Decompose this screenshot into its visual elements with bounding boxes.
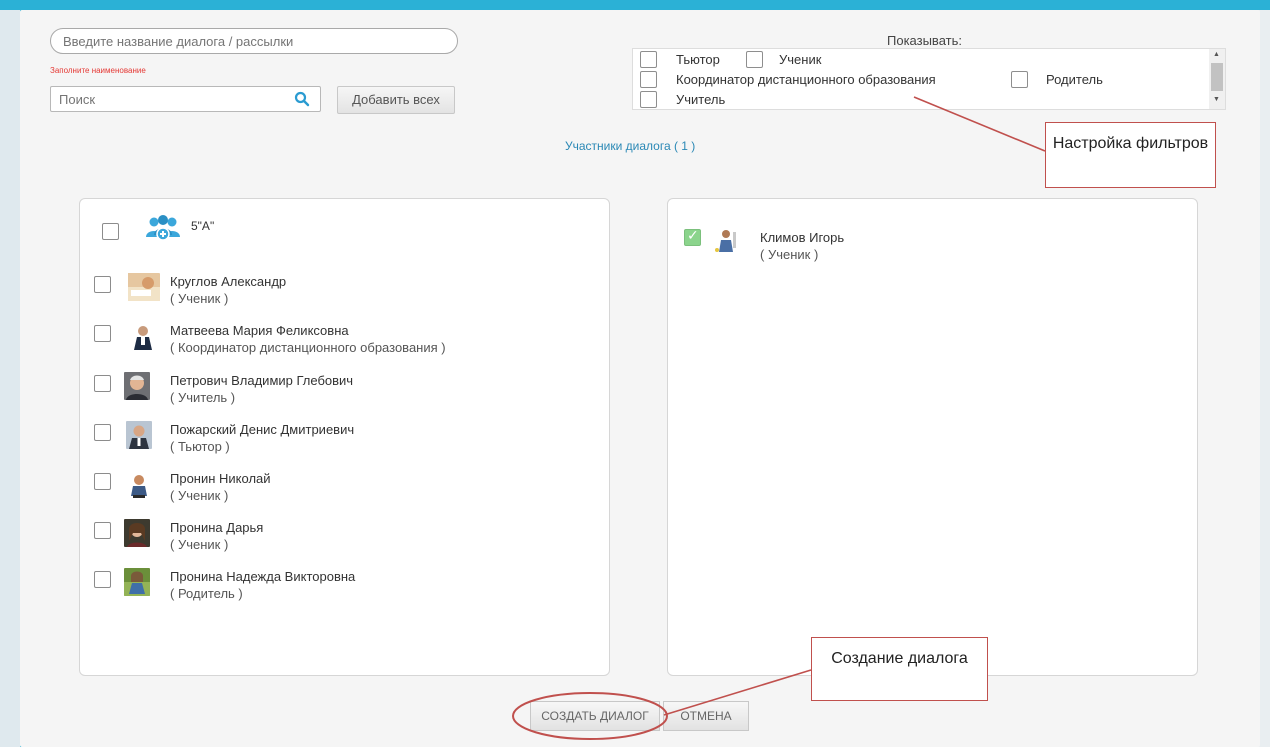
filter-checkbox-coordinator[interactable]: [640, 71, 657, 88]
user-avatar: [126, 470, 152, 498]
user-row[interactable]: Пронина Надежда Викторовна ( Родитель ): [94, 568, 594, 610]
participants-count-link[interactable]: Участники диалога ( 1 ): [565, 139, 695, 153]
group-checkbox[interactable]: [102, 223, 119, 240]
filter-label-teacher: Учитель: [676, 92, 726, 107]
filter-label-student: Ученик: [779, 52, 822, 67]
create-dialog-button[interactable]: СОЗДАТЬ ДИАЛОГ: [530, 701, 660, 731]
user-row[interactable]: Пронина Дарья ( Ученик ): [94, 519, 594, 561]
user-checkbox[interactable]: [94, 473, 111, 490]
group-row[interactable]: 5"А": [102, 215, 402, 245]
user-checkbox[interactable]: [94, 375, 111, 392]
user-role: ( Учитель ): [170, 390, 236, 405]
background-page-left: [0, 10, 20, 747]
search-icon[interactable]: [294, 91, 310, 107]
filter-label-tutor: Тьютор: [676, 52, 720, 67]
user-avatar: [714, 226, 740, 254]
selected-user-checkbox[interactable]: [684, 228, 701, 246]
selected-participants-panel: [667, 198, 1198, 676]
user-row[interactable]: Матвеева Мария Феликсовна ( Координатор …: [94, 322, 594, 364]
filter-checkbox-teacher[interactable]: [640, 91, 657, 108]
filter-label-coordinator: Координатор дистанционного образования: [676, 72, 936, 87]
user-role: ( Координатор дистанционного образования…: [170, 340, 446, 355]
user-role: ( Родитель ): [170, 586, 243, 601]
user-avatar: [124, 372, 150, 400]
add-all-button[interactable]: Добавить всех: [337, 86, 455, 114]
user-checkbox[interactable]: [94, 424, 111, 441]
user-role: ( Ученик ): [760, 247, 819, 262]
cancel-button[interactable]: ОТМЕНА: [663, 701, 749, 731]
user-checkbox[interactable]: [94, 325, 111, 342]
user-role: ( Ученик ): [170, 537, 229, 552]
user-row[interactable]: Пронин Николай ( Ученик ): [94, 470, 594, 512]
selected-user-row[interactable]: Климов Игорь ( Ученик ): [684, 226, 1184, 268]
group-name: 5"А": [191, 219, 215, 233]
user-name: Петрович Владимир Глебович: [170, 373, 354, 388]
scroll-down-icon[interactable]: ▼: [1213, 96, 1220, 103]
filter-label-parent: Родитель: [1046, 72, 1103, 87]
user-checkbox[interactable]: [94, 276, 111, 293]
user-avatar: [128, 273, 160, 301]
dialog-name-input[interactable]: [50, 28, 458, 54]
user-avatar: [124, 519, 150, 547]
filter-checkbox-student[interactable]: [746, 51, 763, 68]
user-checkbox[interactable]: [94, 522, 111, 539]
name-error-text: Заполните наименование: [50, 66, 146, 75]
user-checkbox[interactable]: [94, 571, 111, 588]
filters-annotation-callout: Настройка фильтров: [1045, 122, 1216, 188]
user-avatar: [124, 568, 150, 596]
user-name: Пронина Дарья: [170, 520, 264, 535]
user-role: ( Тьютор ): [170, 439, 230, 454]
search-input[interactable]: [50, 86, 321, 112]
user-avatar: [130, 322, 156, 350]
user-name: Матвеева Мария Феликсовна: [170, 323, 349, 338]
user-role: ( Ученик ): [170, 488, 229, 503]
user-row[interactable]: Круглов Александр ( Ученик ): [94, 273, 594, 315]
user-name: Круглов Александр: [170, 274, 287, 289]
user-role: ( Ученик ): [170, 291, 229, 306]
user-name: Климов Игорь: [760, 230, 845, 245]
filters-title: Показывать:: [887, 33, 962, 48]
filters-scrollbar-thumb[interactable]: [1211, 63, 1223, 91]
group-icon: [146, 215, 180, 241]
user-name: Пожарский Денис Дмитриевич: [170, 422, 355, 437]
filter-checkbox-parent[interactable]: [1011, 71, 1028, 88]
user-avatar: [126, 421, 152, 449]
user-row[interactable]: Пожарский Денис Дмитриевич ( Тьютор ): [94, 421, 594, 463]
user-row[interactable]: Петрович Владимир Глебович ( Учитель ): [94, 372, 594, 414]
filter-checkbox-tutor[interactable]: [640, 51, 657, 68]
user-name: Пронина Надежда Викторовна: [170, 569, 356, 584]
scroll-up-icon[interactable]: ▲: [1213, 51, 1220, 58]
create-annotation-callout: Создание диалога: [811, 637, 988, 701]
user-name: Пронин Николай: [170, 471, 271, 486]
screen: Заполните наименование Добавить всех Пок…: [0, 0, 1270, 747]
